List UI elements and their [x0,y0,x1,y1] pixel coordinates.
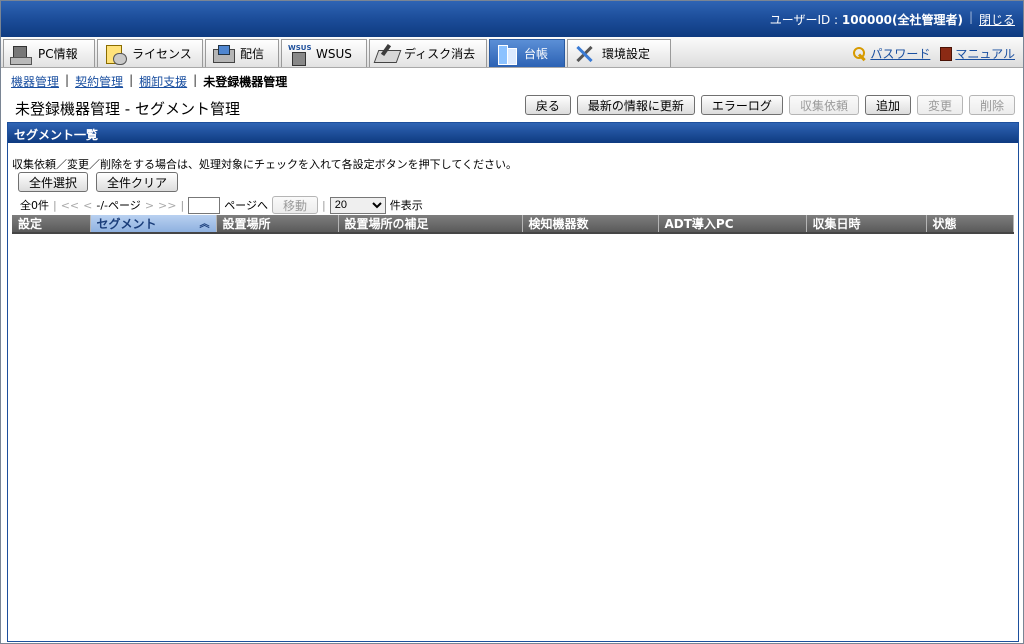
segment-table: 設定 セグメント ︽ 設置場所 設置場所の補足 検知機器数 ADT導入PC 収集日… [12,215,1014,234]
delete-button[interactable]: 削除 [968,95,1015,115]
topbar-separator: | [968,10,973,24]
utility-links: パスワード マニュアル [853,45,1015,62]
tab-label: ライセンス [132,47,192,61]
segment-list-panel: セグメント一覧 収集依頼／変更／削除をする場合は、処理対象にチェックを入れて各設… [7,122,1019,642]
tab-label: PC情報 [38,47,78,61]
total-count: 全0件 [20,199,49,212]
tab-label: 環境設定 [602,47,651,61]
tab-label: 配信 [240,47,265,61]
section-title: セグメント一覧 [8,123,1018,143]
password-label: パスワード [870,47,931,61]
breadcrumb: 機器管理 | 契約管理 | 棚卸支援 | 未登録機器管理 [11,73,287,90]
tab-label: ディスク消去 [404,47,476,61]
tools-icon [574,44,596,64]
error-log-button[interactable]: エラーログ [700,95,783,115]
prev-page-link[interactable]: < [83,199,92,212]
top-bar: ユーザーID : 100000(全社管理者) | 閉じる [1,1,1023,37]
last-page-link[interactable]: >> [158,199,176,212]
collect-request-button[interactable]: 収集依頼 [788,95,859,115]
disk-erase-icon [376,44,398,64]
tab-distribution[interactable]: 配信 [205,39,279,67]
breadcrumb-contract-management[interactable]: 契約管理 [75,73,123,90]
pager-separator: | [53,198,57,212]
col-segment-label: セグメント [96,217,157,231]
tab-label: 台帳 [524,47,549,61]
pager: 全0件 | << < -/-ページ > >> | ページへ 移動 | 20 件表… [20,196,423,214]
tab-disk-erase[interactable]: ディスク消去 [369,39,487,67]
user-id-value: 100000(全社管理者) [841,13,963,27]
first-page-link[interactable]: << [61,199,79,212]
move-button[interactable]: 移動 [271,196,318,214]
pager-separator: | [180,198,185,212]
select-all-button[interactable]: 全件選択 [18,172,89,192]
breadcrumb-separator: | [193,73,198,87]
next-page-link[interactable]: > [145,199,154,212]
tab-environment-settings[interactable]: 環境設定 [567,39,671,67]
clear-all-button[interactable]: 全件クリア [96,172,179,192]
sort-ascending-icon: ︽ [199,219,210,230]
per-page-label: 件表示 [389,199,423,212]
col-collected-at[interactable]: 収集日時 [806,215,927,234]
per-page-select[interactable]: 20 [329,196,386,214]
toolbar: 戻る 最新の情報に更新 エラーログ 収集依頼 追加 変更 削除 [524,95,1015,115]
instruction-text: 収集依頼／変更／削除をする場合は、処理対象にチェックを入れて各設定ボタンを押下し… [12,158,518,171]
table-header-row: 設定 セグメント ︽ 設置場所 設置場所の補足 検知機器数 ADT導入PC 収集日… [12,215,1014,234]
manual-link[interactable]: マニュアル [940,45,1015,62]
password-link[interactable]: パスワード [853,45,930,62]
change-button[interactable]: 変更 [916,95,963,115]
pc-icon [10,44,32,65]
close-link[interactable]: 閉じる [979,11,1015,28]
user-info: ユーザーID : 100000(全社管理者) [770,11,963,28]
col-location[interactable]: 設置場所 [216,215,339,234]
key-icon [853,46,867,61]
tab-label: WSUS [316,46,352,61]
back-button[interactable]: 戻る [524,95,571,115]
distribution-icon [212,44,235,64]
col-detected-count[interactable]: 検知機器数 [522,215,659,234]
page-title: 未登録機器管理 - セグメント管理 [15,100,240,118]
app-window: ユーザーID : 100000(全社管理者) | 閉じる PC情報 ライセンス … [0,0,1024,644]
manual-label: マニュアル [955,47,1015,61]
breadcrumb-device-management[interactable]: 機器管理 [11,73,59,90]
col-adt-pc[interactable]: ADT導入PC [658,215,807,234]
breadcrumb-separator: | [129,73,134,87]
selection-buttons: 全件選択 全件クリア [18,172,179,192]
tab-wsus[interactable]: WSUS WSUS [281,39,367,67]
tab-ledger[interactable]: 台帳 [489,39,565,67]
tab-pc-info[interactable]: PC情報 [3,39,95,67]
license-icon [104,44,127,65]
book-icon [940,46,953,61]
refresh-button[interactable]: 最新の情報に更新 [576,95,695,115]
col-location-note[interactable]: 設置場所の補足 [338,215,523,234]
col-setting[interactable]: 設定 [12,215,91,234]
col-segment[interactable]: セグメント ︽ [90,215,217,234]
breadcrumb-inventory-support[interactable]: 棚卸支援 [139,73,187,90]
goto-page-label: ページへ [224,199,268,212]
pager-separator: | [321,198,326,212]
col-status[interactable]: 状態 [926,215,1014,234]
add-button[interactable]: 追加 [864,95,911,115]
ledger-icon [496,44,518,65]
tab-license[interactable]: ライセンス [97,39,203,67]
breadcrumb-separator: | [65,73,70,87]
page-number-input[interactable] [188,196,221,214]
breadcrumb-current: 未登録機器管理 [203,75,288,89]
user-id-label: ユーザーID : [769,13,842,27]
page-info: -/-ページ [96,199,141,212]
wsus-icon: WSUS [288,44,312,66]
